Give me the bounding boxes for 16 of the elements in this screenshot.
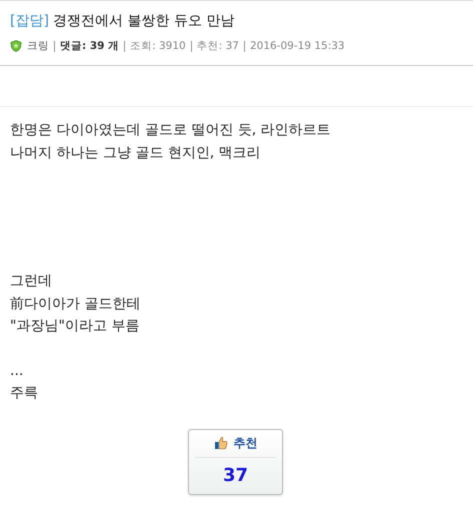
body-text: 前다이아가 골드한테 (10, 294, 142, 314)
recommend-button[interactable]: 추천 37 (188, 428, 283, 494)
thumbs-up-icon (214, 436, 228, 450)
post-stat: 추천: 37 (196, 39, 239, 53)
body-text: 주륵 (10, 384, 39, 403)
post-stat: 조회: 3910 (130, 39, 186, 53)
body-text: 나머지 하나는 그냥 골드 현지인, 맥크리 (10, 144, 262, 162)
author-name[interactable]: 크링 (27, 39, 49, 53)
body-text: "과장님"이라고 부름 (10, 317, 140, 336)
shield-icon (10, 40, 22, 52)
body-text: 그런데 (10, 272, 53, 291)
post-stat: 2016-09-19 15:33 (250, 40, 345, 52)
body-text: 한명은 다이아였는데 골드로 떨어진 듯, 라인하르트 (10, 121, 332, 140)
body-text: ... (10, 362, 24, 380)
comment-count: 댓글: 39 개 (60, 39, 120, 53)
post-title: 경쟁전에서 불쌍한 듀오 만남 (52, 13, 234, 29)
